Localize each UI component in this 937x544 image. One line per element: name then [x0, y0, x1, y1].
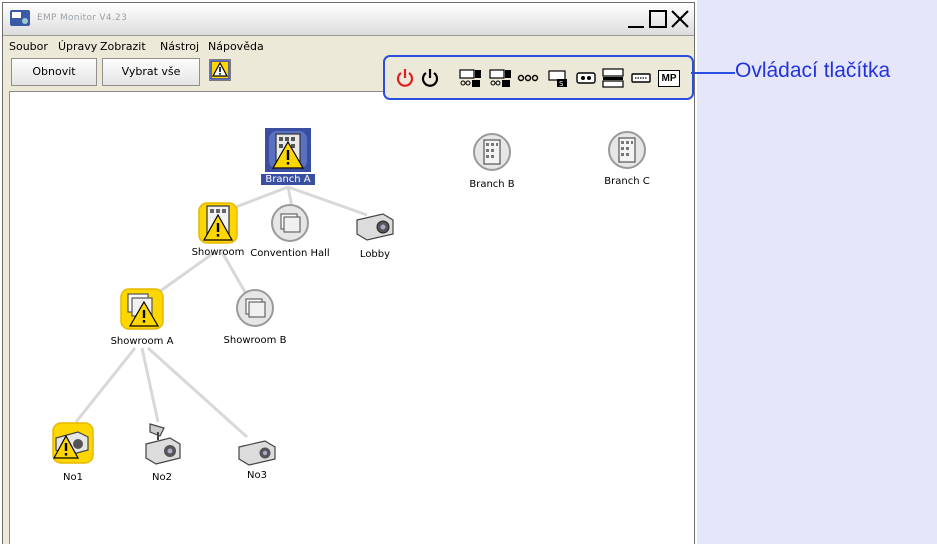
menu-tools[interactable]: Nástroj: [160, 40, 199, 53]
projector-icon: [356, 213, 394, 241]
menu-file[interactable]: Soubor: [9, 40, 48, 53]
group-tree-canvas: Branch A Branch B Branch C Showroom Conv…: [9, 91, 694, 544]
tree-node-showroom[interactable]: Showroom: [192, 202, 244, 258]
power-on-icon[interactable]: [395, 67, 415, 89]
close-icon[interactable]: [669, 8, 691, 30]
source-video-icon[interactable]: [516, 67, 540, 89]
screen-group-warning-icon: [120, 288, 164, 330]
app-logo-icon: [10, 10, 30, 26]
title-bar: EMP Monitor V4.23: [3, 3, 694, 36]
tree-node-no1[interactable]: No1: [52, 422, 94, 483]
warning-filter-button[interactable]: [209, 59, 231, 81]
tree-node-label: Showroom A: [110, 336, 174, 347]
building-warning-icon: [265, 128, 311, 172]
building-icon: [608, 131, 646, 169]
source-computer1-icon[interactable]: [458, 67, 482, 89]
tree-node-label: Lobby: [359, 249, 391, 260]
mp-button[interactable]: MP: [657, 67, 681, 89]
tree-node-convention-hall[interactable]: Convention Hall: [250, 203, 330, 259]
refresh-button[interactable]: Obnovit: [11, 58, 97, 86]
callout-label: Ovládací tlačítka: [735, 59, 891, 82]
tree-node-label: Showroom B: [223, 335, 287, 346]
building-icon: [473, 133, 511, 171]
menu-view[interactable]: Zobrazit: [100, 40, 146, 53]
tree-node-branch-b[interactable]: Branch B: [469, 132, 515, 190]
select-all-button[interactable]: Vybrat vše: [102, 58, 200, 86]
source-computer2-icon[interactable]: [488, 67, 512, 89]
tree-node-showroom-b[interactable]: Showroom B: [224, 288, 286, 346]
menu-bar: Soubor Úpravy Zobrazit Nástroj Nápověda: [3, 36, 694, 56]
screen-group-icon: [271, 204, 309, 242]
control-buttons-group: S MP: [383, 55, 694, 100]
tree-node-label: Branch A: [261, 174, 315, 185]
tree-node-label: Branch C: [604, 176, 650, 187]
menu-edit[interactable]: Úpravy: [58, 40, 97, 53]
warning-icon: [210, 60, 230, 80]
tree-node-branch-a[interactable]: Branch A: [261, 128, 315, 185]
screen-group-icon: [236, 289, 274, 327]
tree-node-showroom-a[interactable]: Showroom A: [111, 288, 173, 347]
source-easymp-icon[interactable]: [601, 67, 625, 89]
tree-node-label: Branch B: [469, 179, 515, 190]
projector-warning-icon: [52, 422, 94, 464]
tree-node-label: No3: [247, 470, 267, 481]
tree-node-no2[interactable]: No2: [140, 422, 184, 483]
source-dvi-icon[interactable]: [630, 67, 652, 89]
tree-node-label: No2: [152, 472, 172, 483]
tree-node-lobby[interactable]: Lobby: [353, 210, 397, 260]
minimize-icon[interactable]: [625, 8, 647, 30]
ceiling-projector-icon: [145, 423, 181, 465]
callout-line: [691, 72, 735, 74]
tree-node-label: No1: [63, 472, 83, 483]
mp-icon: MP: [658, 70, 680, 87]
building-warning-icon: [198, 202, 238, 244]
source-component-icon[interactable]: [575, 67, 597, 89]
maximize-icon[interactable]: [647, 8, 669, 30]
svg-text:S: S: [559, 80, 564, 88]
window-title: EMP Monitor V4.23: [37, 13, 128, 23]
projector-icon: [238, 440, 276, 466]
tree-node-no3[interactable]: No3: [235, 437, 279, 481]
power-off-icon[interactable]: [420, 67, 440, 89]
app-window: EMP Monitor V4.23 Soubor Úpravy Zobrazit…: [2, 2, 695, 544]
source-svideo-icon[interactable]: S: [547, 67, 569, 89]
menu-help[interactable]: Nápověda: [208, 40, 264, 53]
tree-node-branch-c[interactable]: Branch C: [604, 130, 650, 187]
